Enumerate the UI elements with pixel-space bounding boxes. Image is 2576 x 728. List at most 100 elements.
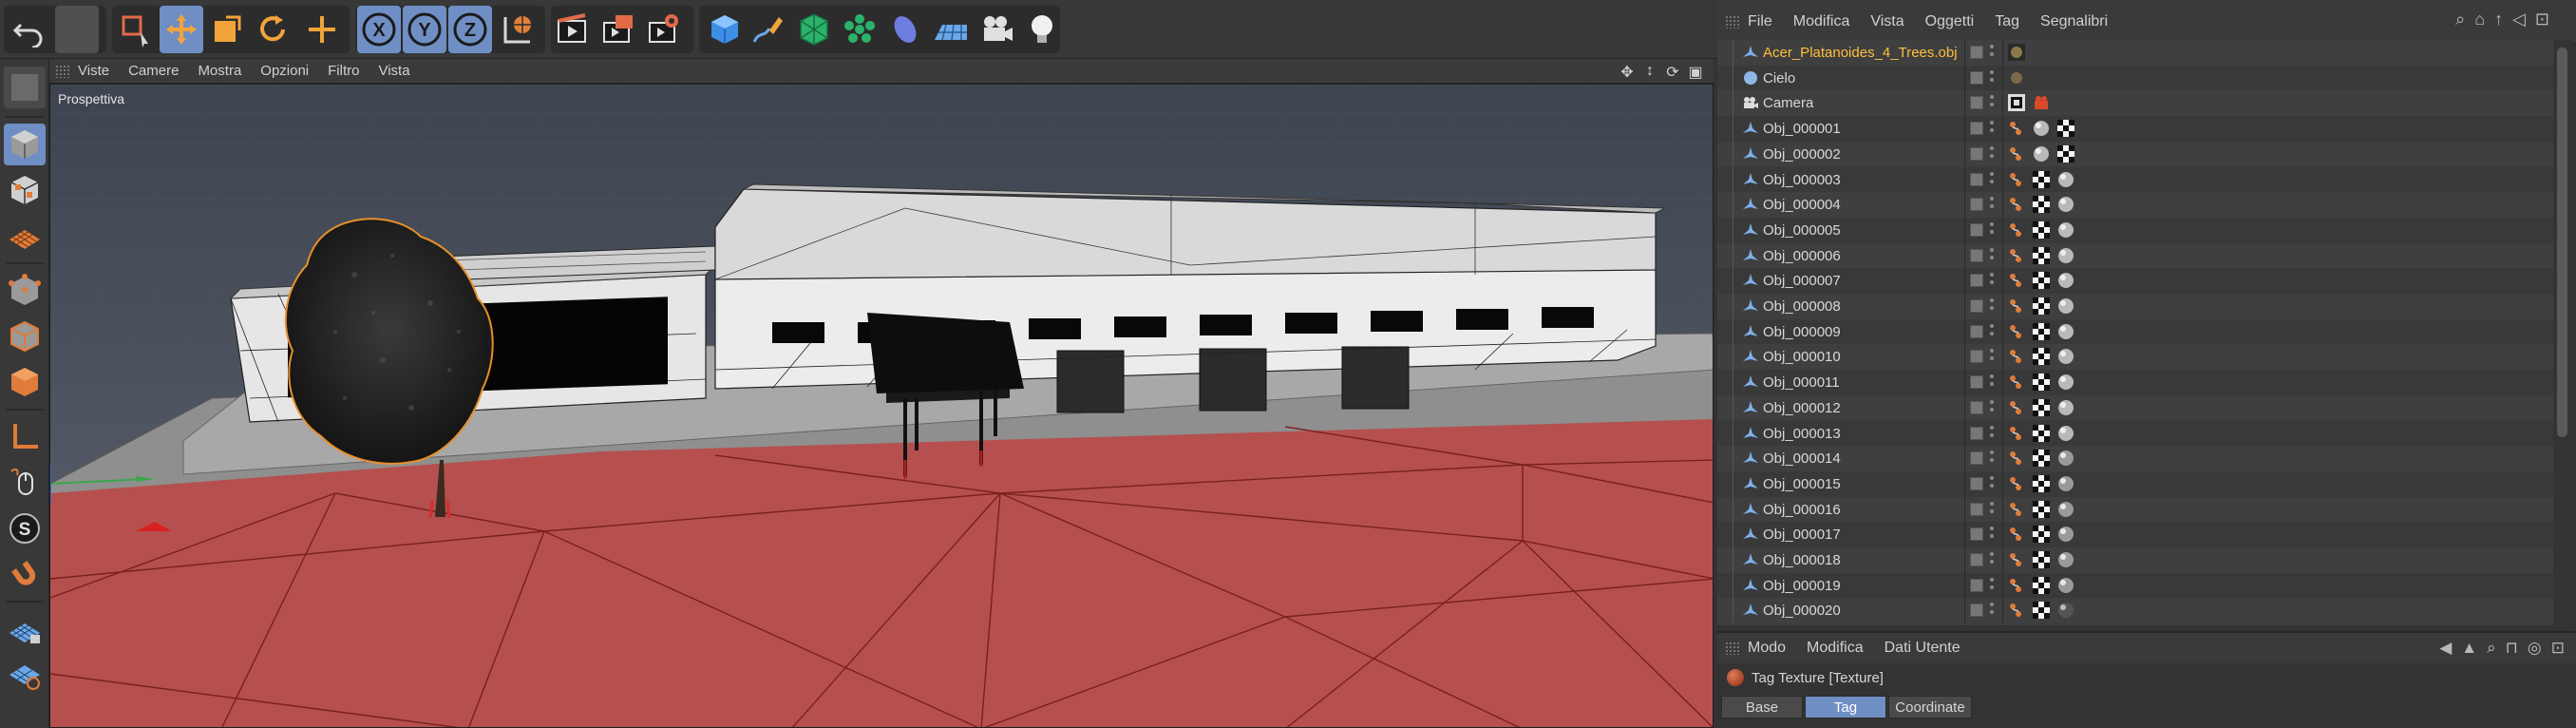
object-row[interactable]: Obj_000003 [1717,166,2553,193]
phong-tag-icon[interactable] [2008,171,2025,188]
texture-mode-icon[interactable] [4,169,46,211]
object-name[interactable]: Obj_000002 [1763,146,1841,163]
material-icon[interactable] [2057,399,2074,416]
orbit-icon[interactable]: ⟳ [1664,63,1681,82]
grip-icon[interactable] [1725,642,1740,655]
object-name[interactable]: Obj_000018 [1763,552,1841,568]
new-view-icon[interactable]: ⊡ [2551,639,2565,658]
menu-camere[interactable]: Camere [128,63,179,79]
visibility-dots-icon[interactable] [1990,475,1994,491]
checker-material-icon[interactable] [2033,526,2050,544]
visibility-dots-icon[interactable] [1990,374,1994,390]
editable-toggle-icon[interactable] [1970,70,1983,85]
protection-tag-icon[interactable] [2033,94,2050,111]
checker-material-icon[interactable] [2033,576,2050,594]
material-icon[interactable] [2057,323,2074,340]
back-icon[interactable]: ◁ [2512,10,2526,29]
object-name[interactable]: Obj_000010 [1763,349,1841,365]
menu-modo[interactable]: Modo [1748,640,1786,657]
phong-tag-icon[interactable] [2008,145,2025,163]
checker-material-icon[interactable] [2033,170,2050,188]
editable-toggle-icon[interactable] [1970,96,1983,110]
menu-oggetti[interactable]: Oggetti [1925,13,1975,30]
object-name[interactable]: Obj_000015 [1763,476,1841,492]
x-axis-lock-icon[interactable]: X [357,6,401,53]
checker-material-icon[interactable] [2033,450,2050,468]
checker-material-icon[interactable] [2033,322,2050,340]
material-icon[interactable] [2057,196,2074,213]
visibility-dots-icon[interactable] [1990,323,1994,339]
tab-tag[interactable]: Tag [1805,696,1886,718]
object-row[interactable]: Obj_000007 [1717,268,2553,294]
back-arrow-icon[interactable]: ◀ [2439,639,2452,658]
phong-tag-icon[interactable] [2008,501,2025,518]
visibility-dots-icon[interactable] [1990,450,1994,466]
object-name[interactable]: Obj_000013 [1763,426,1841,442]
pan-icon[interactable]: ✥ [1619,63,1636,82]
menu-mostra[interactable]: Mostra [198,63,241,79]
visibility-dots-icon[interactable] [1990,399,1994,415]
editable-toggle-icon[interactable] [1970,46,1983,59]
phong-tag-icon[interactable] [2008,323,2025,340]
object-name[interactable]: Obj_000017 [1763,527,1841,543]
menu-filtro[interactable]: Filtro [328,63,359,79]
object-name[interactable]: Obj_000016 [1763,502,1841,518]
toggle-layout-icon[interactable]: ▣ [1687,63,1704,82]
checker-material-icon[interactable] [2033,297,2050,315]
object-name[interactable]: Obj_000001 [1763,121,1841,137]
object-name[interactable]: Obj_000020 [1763,603,1841,619]
checker-material-icon[interactable] [2033,474,2050,492]
camera-icon[interactable] [975,6,1018,53]
menu-dati-utente[interactable]: Dati Utente [1885,640,1960,657]
subdivision-icon[interactable] [792,6,836,53]
visibility-dots-icon[interactable] [1990,171,1994,187]
checker-material-icon[interactable] [2033,551,2050,568]
locked-workplane-icon[interactable] [4,608,46,650]
visibility-dots-icon[interactable] [1990,349,1994,364]
menu-vista[interactable]: Vista [1870,13,1904,30]
checker-material-icon[interactable] [2033,196,2050,214]
visibility-dots-icon[interactable] [1990,527,1994,542]
menu-modifica[interactable]: Modifica [1793,13,1850,30]
material-icon[interactable] [2057,297,2074,315]
editable-toggle-icon[interactable] [1970,198,1983,212]
visibility-dots-icon[interactable] [1990,121,1994,136]
editable-toggle-icon[interactable] [1970,299,1983,313]
planar-workplane-icon[interactable] [4,654,46,696]
edges-mode-icon[interactable] [4,316,46,357]
home-icon[interactable]: ⌂ [2474,10,2485,29]
visibility-dots-icon[interactable] [1990,45,1994,60]
object-name[interactable]: Obj_000011 [1763,374,1840,391]
object-row[interactable]: Obj_000001 [1717,116,2553,142]
object-row[interactable]: Obj_000016 [1717,496,2553,523]
editable-toggle-icon[interactable] [1970,426,1983,440]
undo-icon[interactable] [8,6,51,53]
object-name[interactable]: Obj_000004 [1763,197,1841,213]
object-row[interactable]: Acer_Platanoides_4_Trees.obj [1717,40,2553,66]
object-name[interactable]: Cielo [1763,70,1795,86]
phong-tag-icon[interactable] [2008,272,2025,289]
sphere-material-icon[interactable] [2057,450,2074,467]
visibility-dots-icon[interactable] [1990,552,1994,567]
visibility-dots-icon[interactable] [1990,603,1994,618]
phong-tag-icon[interactable] [2008,348,2025,365]
dolly-icon[interactable]: ↕ [1641,63,1658,82]
editable-toggle-icon[interactable] [1970,476,1983,490]
y-axis-lock-icon[interactable]: Y [403,6,446,53]
object-row[interactable]: Obj_000005 [1717,217,2553,243]
editable-toggle-icon[interactable] [1970,172,1983,186]
object-row[interactable]: Obj_000004 [1717,192,2553,218]
sphere-material-icon[interactable] [2057,577,2074,594]
rotate-icon[interactable] [251,6,294,53]
polygons-mode-icon[interactable] [4,361,46,403]
axis-mode-icon[interactable] [4,416,46,458]
snap-icon[interactable] [4,553,46,595]
editable-toggle-icon[interactable] [1970,324,1983,338]
checker-material-icon[interactable] [2033,220,2050,239]
object-row[interactable]: Obj_000013 [1717,420,2553,447]
checker-material-icon[interactable] [2033,424,2050,442]
checker-material-icon[interactable] [2057,144,2074,163]
sphere-material-icon[interactable] [2057,501,2074,518]
object-row[interactable]: Obj_000008 [1717,294,2553,319]
model-mode-icon[interactable] [4,124,46,165]
